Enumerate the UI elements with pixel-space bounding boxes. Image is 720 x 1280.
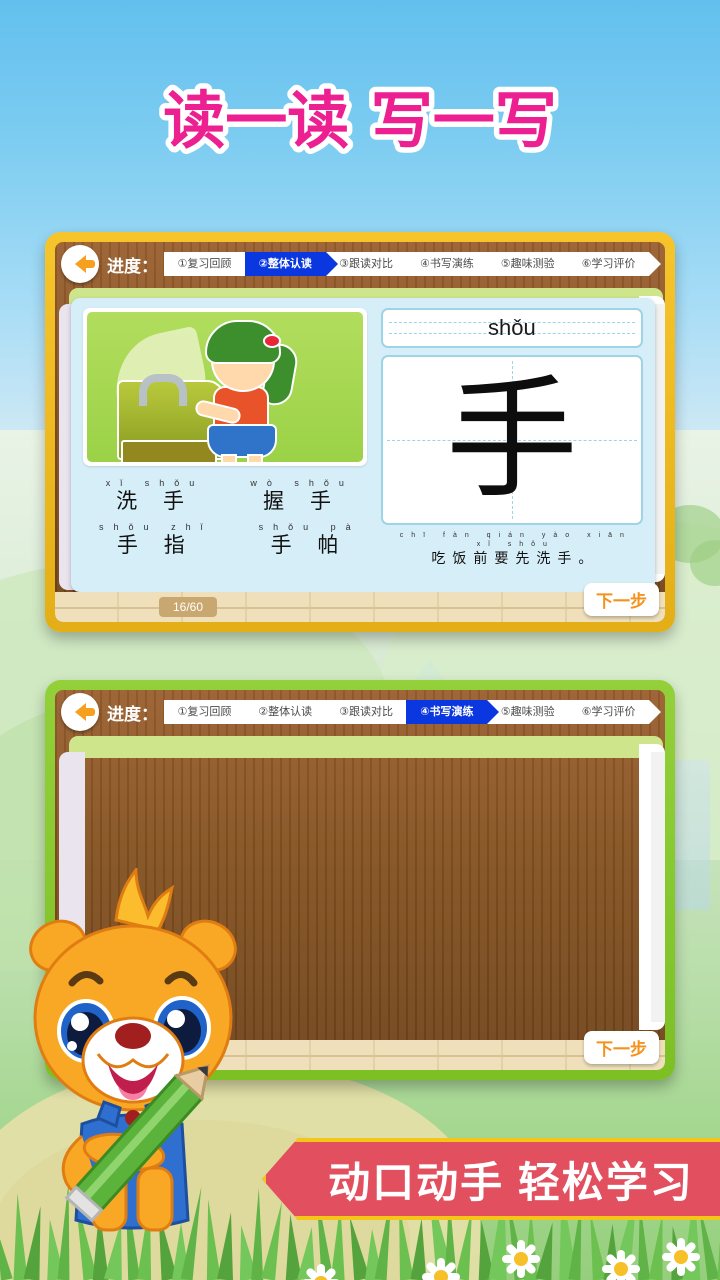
word-item[interactable]: shǒu zhǐ 手 指 <box>89 522 213 558</box>
daisy-center <box>514 1252 528 1266</box>
reading-card: xǐ shǒu 洗 手 wò shǒu 握 手 shǒu zhǐ 手 指 shǒ… <box>71 298 655 592</box>
sentence-hanzi: 吃饭前要先洗手。 <box>431 550 600 566</box>
daisy-center <box>614 1262 628 1276</box>
card-stack-1: xǐ shǒu 洗 手 wò shǒu 握 手 shǒu zhǐ 手 指 shǒ… <box>59 288 665 592</box>
grass-blade <box>0 1229 13 1280</box>
girl-hair-bow <box>263 334 281 348</box>
bottom-banner: 动口动手 轻松学习 <box>262 1138 720 1220</box>
illustration-frame <box>83 308 367 466</box>
screenshot-panel-reading: 进度： ①复习回顾 ②整体认读 ③跟读对比 ④书写演练 ⑤趣味测验 ⑥学习评价 <box>45 232 675 632</box>
girl-leg-right <box>247 454 263 462</box>
progress-steps-2: ①复习回顾 ②整体认读 ③跟读对比 ④书写演练 ⑤趣味测验 ⑥学习评价 <box>164 700 661 724</box>
step-1-5[interactable]: ⑤趣味测验 <box>487 252 568 276</box>
daisy-flower <box>420 1256 462 1280</box>
back-arrow-icon <box>74 703 95 721</box>
faucet-icon <box>139 374 187 406</box>
step-1-1[interactable]: ①复习回顾 <box>164 252 245 276</box>
word-pinyin: shǒu zhǐ <box>99 522 213 532</box>
daisy-center <box>674 1250 688 1264</box>
example-sentence: chī fàn qián yào xiān xǐ shǒu 吃饭前要先洗手。 <box>381 531 643 567</box>
daisy-flower <box>300 1262 342 1280</box>
bear-mascot <box>20 865 252 1240</box>
progress-label-2: 进度： <box>107 704 158 724</box>
step-1-2[interactable]: ②整体认读 <box>244 252 338 276</box>
character-grid-box[interactable]: 手 <box>380 355 643 525</box>
word-item[interactable]: xǐ shǒu 洗 手 <box>96 478 205 514</box>
step-1-6[interactable]: ⑥学习评价 <box>568 252 649 276</box>
girl-washing-hands-picture <box>87 312 363 462</box>
word-hanzi: 握 手 <box>263 490 342 513</box>
page-title: 读一读 写一写 <box>0 79 720 167</box>
word-pinyin: xǐ shǒu <box>105 478 205 488</box>
next-step-button-2[interactable]: 下一步 <box>584 1031 659 1064</box>
word-item[interactable]: wò shǒu 握 手 <box>240 478 354 514</box>
daisy-flower <box>660 1236 702 1278</box>
bear-mascot-svg <box>29 865 237 1232</box>
daisy-center <box>434 1270 448 1280</box>
step-1-3[interactable]: ③跟读对比 <box>326 252 407 276</box>
back-button-1[interactable] <box>61 245 99 283</box>
progress-header-2: 进度： ①复习回顾 ②整体认读 ③跟读对比 ④书写演练 ⑤趣味测验 ⑥学习评价 <box>55 690 665 734</box>
character-pinyin: shǒu <box>487 315 536 340</box>
word-row-2: shǒu zhǐ 手 指 shǒu pà 手 帕 <box>83 522 367 558</box>
card-behind-right2-2 <box>651 752 665 1022</box>
word-item[interactable]: shǒu pà 手 帕 <box>249 522 361 558</box>
word-list: xǐ shǒu 洗 手 wò shǒu 握 手 shǒu zhǐ 手 指 shǒ… <box>83 478 367 558</box>
next-step-button-1[interactable]: 下一步 <box>584 583 659 616</box>
back-arrow-icon <box>74 255 95 273</box>
word-hanzi: 手 帕 <box>270 534 349 557</box>
girl-leg-left <box>221 454 237 462</box>
reading-left-column: xǐ shǒu 洗 手 wò shǒu 握 手 shǒu zhǐ 手 指 shǒ… <box>71 298 375 592</box>
card-behind-top-2 <box>69 736 663 758</box>
progress-steps-1: ①复习回顾 ②整体认读 ③跟读对比 ④书写演练 ⑤趣味测验 ⑥学习评价 <box>164 252 661 276</box>
pinyin-display-box[interactable]: shǒu <box>380 308 643 348</box>
screen-footer-1: 16/60 <box>55 592 665 622</box>
daisy-flower <box>600 1248 642 1280</box>
step-1-4[interactable]: ④书写演练 <box>406 252 487 276</box>
word-hanzi: 手 指 <box>116 534 195 557</box>
word-hanzi: 洗 手 <box>116 490 194 513</box>
reading-right-column: shǒu 手 chī fàn qián yào xiān xǐ shǒu 吃饭前… <box>375 298 655 592</box>
sentence-pinyin: chī fàn qián yào xiān xǐ shǒu <box>399 532 632 548</box>
page-counter-1: 16/60 <box>159 597 218 617</box>
word-pinyin: wò shǒu <box>250 478 354 488</box>
step-2-6[interactable]: ⑥学习评价 <box>568 700 649 724</box>
app-screen-reading: 进度： ①复习回顾 ②整体认读 ③跟读对比 ④书写演练 ⑤趣味测验 ⑥学习评价 <box>55 242 665 622</box>
daisy-flower <box>500 1238 542 1280</box>
step-2-2[interactable]: ②整体认读 <box>245 700 326 724</box>
progress-header-1: 进度： ①复习回顾 ②整体认读 ③跟读对比 ④书写演练 ⑤趣味测验 ⑥学习评价 <box>55 242 665 286</box>
progress-label-1: 进度： <box>107 256 158 276</box>
bottom-banner-text: 动口动手 轻松学习 <box>328 1158 694 1206</box>
main-character: 手 <box>445 363 578 517</box>
step-2-5[interactable]: ⑤趣味测验 <box>487 700 568 724</box>
word-row-1: xǐ shǒu 洗 手 wò shǒu 握 手 <box>83 478 367 514</box>
girl-skirt <box>207 424 277 458</box>
page-title-svg: 读一读 写一写 <box>158 79 563 163</box>
step-2-3[interactable]: ③跟读对比 <box>326 700 407 724</box>
svg-text:读一读 写一写: 读一读 写一写 <box>163 84 557 157</box>
back-button-2[interactable] <box>61 693 99 731</box>
step-2-1[interactable]: ①复习回顾 <box>164 700 245 724</box>
word-pinyin: shǒu pà <box>258 522 361 532</box>
step-2-4[interactable]: ④书写演练 <box>406 700 500 724</box>
sink-cabinet <box>121 440 217 462</box>
